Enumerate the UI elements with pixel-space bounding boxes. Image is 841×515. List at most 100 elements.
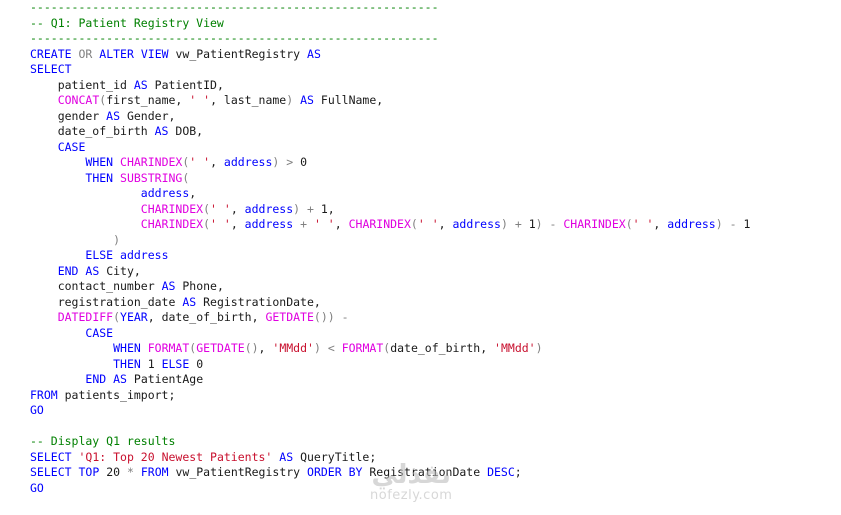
code-token-text: registration_date [30, 294, 183, 309]
code-token-keyword: AS [279, 449, 294, 464]
code-token-function: CHARINDEX [563, 217, 626, 231]
code-token-string: ' ' [313, 217, 335, 231]
code-line[interactable]: SELECT 'Q1: Top 20 Newest Patients' AS Q… [30, 450, 750, 466]
code-line[interactable]: CASE [30, 326, 750, 342]
code-token-text: first_name, [106, 93, 190, 107]
code-token-keyword: FROM [30, 387, 58, 402]
code-line[interactable]: SELECT TOP 20 * FROM vw_PatientRegistry … [30, 465, 750, 481]
code-token-keyword: AS [106, 108, 121, 123]
code-line[interactable]: CHARINDEX(' ', address) + 1, [30, 202, 750, 218]
code-token-text: , [653, 217, 668, 231]
code-line[interactable]: date_of_birth AS DOB, [30, 124, 750, 140]
code-token-text: Gender, [120, 108, 176, 123]
code-token-operator: + [307, 201, 314, 216]
code-token-function: CONCAT [57, 93, 100, 107]
code-token-keyword: CASE [57, 139, 86, 154]
code-token-string: ' ' [417, 217, 439, 231]
code-token-keyword: VIEW [140, 46, 169, 61]
code-token-text: , [230, 201, 245, 216]
code-token-function: FORMAT [147, 341, 190, 355]
code-token-operator: ()) [313, 310, 335, 324]
code-token-string: 'MMdd' [272, 341, 314, 355]
code-token-operator: ) [535, 217, 543, 231]
code-line[interactable]: ELSE address [30, 248, 750, 264]
code-token-comment: ----------------------------------------… [30, 0, 439, 14]
code-line[interactable]: CREATE OR ALTER VIEW vw_PatientRegistry … [30, 47, 750, 63]
code-token-text: PatientID, [147, 77, 224, 92]
code-line[interactable]: THEN SUBSTRING( [30, 171, 750, 187]
code-token-keyword: SELECT [30, 465, 72, 479]
code-line[interactable]: ----------------------------------------… [30, 0, 750, 16]
code-token-function: DATEDIFF [57, 310, 114, 324]
code-token-keyword: WHEN [113, 341, 141, 355]
code-token-operator: ) [113, 232, 121, 247]
code-line[interactable]: DATEDIFF(YEAR, date_of_birth, GETDATE())… [30, 310, 750, 326]
code-token-keyword: address [244, 217, 294, 231]
code-token-text: 1 [736, 217, 751, 231]
code-line[interactable]: gender AS Gender, [30, 109, 750, 125]
code-token-string: ' ' [210, 201, 231, 216]
code-line[interactable]: CONCAT(first_name, ' ', last_name) AS Fu… [30, 93, 750, 109]
code-line[interactable]: patient_id AS PatientID, [30, 78, 750, 94]
code-token-text: date_of_birth, [390, 341, 495, 355]
code-token-text: 1 [140, 356, 162, 371]
code-line[interactable]: GO [30, 403, 750, 419]
code-line[interactable]: CASE [30, 140, 750, 156]
code-token-text: , [210, 155, 224, 169]
code-token-string: 'MMdd' [494, 341, 536, 355]
code-line[interactable]: ) [30, 233, 750, 249]
code-token-keyword: address [140, 186, 190, 200]
code-token-string: ' ' [189, 155, 211, 169]
code-token-keyword: AS [182, 294, 197, 309]
code-editor[interactable]: ----------------------------------------… [30, 0, 750, 496]
code-line[interactable]: -- Display Q1 results [30, 434, 750, 450]
code-line[interactable]: FROM patients_import; [30, 388, 750, 404]
code-line[interactable]: contact_number AS Phone, [30, 279, 750, 295]
code-token-keyword: AS [133, 77, 148, 92]
code-line[interactable]: CHARINDEX(' ', address + ' ', CHARINDEX(… [30, 217, 751, 233]
code-token-keyword: TOP [78, 465, 100, 479]
code-line[interactable]: END AS PatientAge [30, 372, 750, 388]
code-line[interactable]: GO [30, 481, 750, 497]
code-token-function: CHARINDEX [140, 217, 204, 231]
code-token-operator: OR [78, 46, 93, 61]
code-token-string: ' ' [632, 217, 654, 231]
code-token-keyword: ORDER [307, 465, 342, 479]
code-line[interactable]: -- Q1: Patient Registry View [30, 16, 750, 32]
code-token-keyword: AS [154, 124, 169, 138]
code-token-text: 1, [313, 201, 335, 216]
code-token-keyword: ALTER [99, 46, 134, 61]
code-line[interactable]: ----------------------------------------… [30, 31, 750, 47]
code-line[interactable]: WHEN FORMAT(GETDATE(), 'MMdd') < FORMAT(… [30, 341, 750, 357]
code-line[interactable]: SELECT [30, 62, 750, 78]
code-line[interactable]: THEN 1 ELSE 0 [30, 357, 750, 373]
code-line[interactable]: WHEN CHARINDEX(' ', address) > 0 [30, 155, 750, 171]
code-line[interactable]: registration_date AS RegistrationDate, [30, 295, 750, 311]
code-token-text: DOB, [168, 124, 204, 138]
code-line[interactable] [30, 419, 750, 435]
code-token-keyword: address [452, 217, 501, 231]
code-line[interactable]: END AS City, [30, 264, 750, 280]
code-token-comment: -- Display Q1 results [30, 434, 176, 448]
code-token-function: CHARINDEX [348, 217, 411, 231]
code-token-keyword: AS [113, 372, 127, 386]
code-token-keyword: WHEN [85, 155, 114, 169]
code-line[interactable]: address, [30, 186, 750, 202]
code-token-text: gender [30, 108, 107, 123]
code-token-function: CHARINDEX [120, 155, 183, 169]
